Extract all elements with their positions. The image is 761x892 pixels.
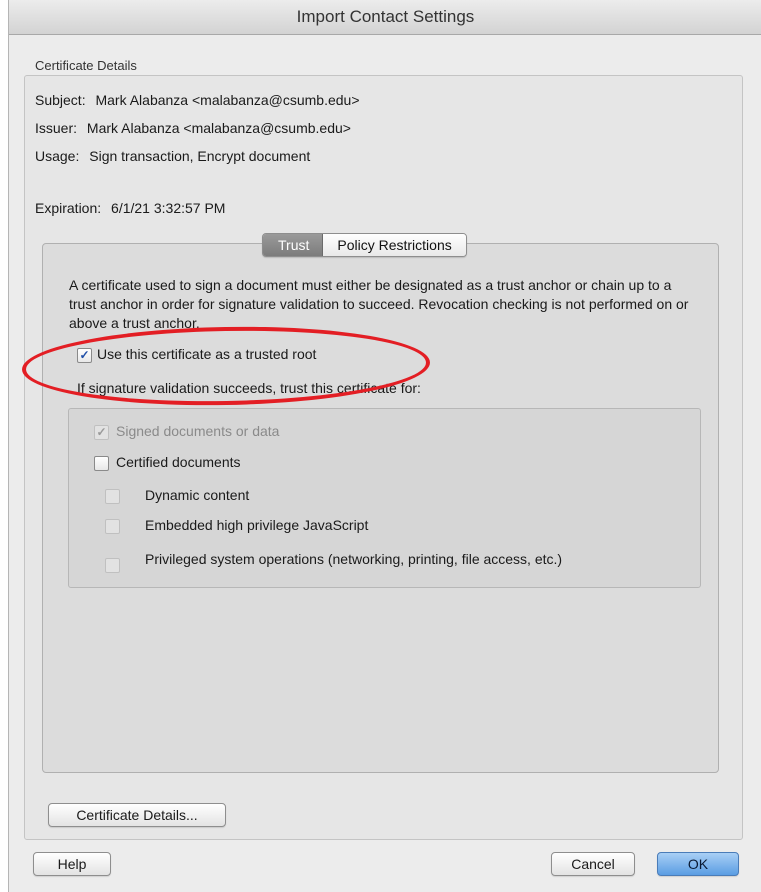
signed-documents-label: Signed documents or data xyxy=(116,423,280,439)
subject-value: Mark Alabanza <malabanza@csumb.edu> xyxy=(95,92,360,108)
dynamic-content-label: Dynamic content xyxy=(145,487,250,503)
tab-trust[interactable]: Trust xyxy=(263,234,324,256)
privileged-operations-label: Privileged system operations (networking… xyxy=(145,551,563,567)
issuer-value: Mark Alabanza <malabanza@csumb.edu> xyxy=(86,120,351,136)
embedded-javascript-checkbox[interactable] xyxy=(105,519,120,534)
certified-documents-label: Certified documents xyxy=(116,454,241,470)
dynamic-content-checkbox[interactable] xyxy=(105,489,120,504)
expiration-row: Expiration: 6/1/21 3:32:57 PM xyxy=(35,200,225,216)
tab-policy-restrictions[interactable]: Policy Restrictions xyxy=(323,234,466,256)
subject-row: Subject: Mark Alabanza <malabanza@csumb.… xyxy=(35,92,360,108)
issuer-row: Issuer: Mark Alabanza <malabanza@csumb.e… xyxy=(35,120,351,136)
certificate-details-button[interactable]: Certificate Details... xyxy=(48,803,226,827)
trust-for-label: If signature validation succeeds, trust … xyxy=(77,380,421,396)
embedded-javascript-label: Embedded high privilege JavaScript xyxy=(145,517,369,533)
trust-description: A certificate used to sign a document mu… xyxy=(69,277,689,331)
expiration-label: Expiration: xyxy=(35,200,102,216)
usage-row: Usage: Sign transaction, Encrypt documen… xyxy=(35,148,310,164)
cancel-button[interactable]: Cancel xyxy=(551,852,635,876)
privileged-operations-checkbox[interactable] xyxy=(105,558,120,573)
issuer-label: Issuer: xyxy=(35,120,78,136)
usage-label: Usage: xyxy=(35,148,80,164)
help-button[interactable]: Help xyxy=(33,852,111,876)
certified-documents-checkbox[interactable] xyxy=(94,456,109,471)
certificate-details-heading: Certificate Details xyxy=(35,58,137,73)
subject-label: Subject: xyxy=(35,92,86,108)
signed-documents-checkbox[interactable]: ✓ xyxy=(94,425,109,440)
tab-bar: Trust Policy Restrictions xyxy=(262,233,467,257)
trusted-root-checkbox[interactable]: ✓ xyxy=(77,348,92,363)
expiration-value: 6/1/21 3:32:57 PM xyxy=(111,200,226,216)
trusted-root-label: Use this certificate as a trusted root xyxy=(97,346,317,362)
ok-button[interactable]: OK xyxy=(657,852,739,876)
usage-value: Sign transaction, Encrypt document xyxy=(89,148,311,164)
window-title: Import Contact Settings xyxy=(9,0,761,35)
